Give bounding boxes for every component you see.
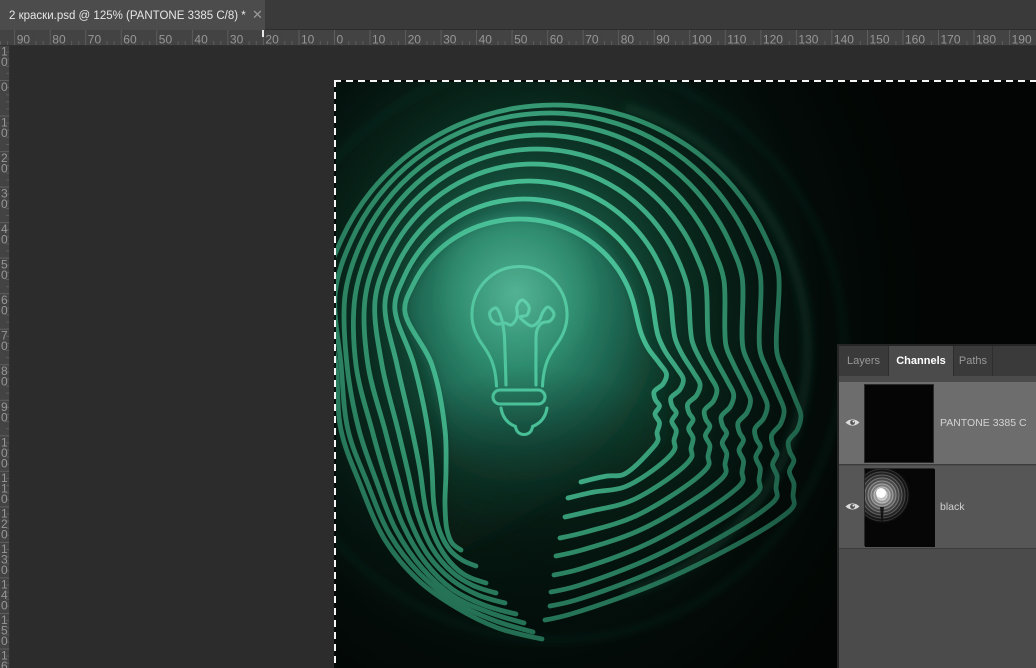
svg-text:0: 0 (1, 410, 8, 424)
svg-text:40: 40 (194, 33, 208, 47)
svg-text:10: 10 (372, 33, 386, 47)
svg-text:190: 190 (1012, 33, 1032, 47)
svg-text:0: 0 (337, 33, 344, 47)
svg-text:40: 40 (479, 33, 493, 47)
svg-text:6: 6 (1, 659, 8, 668)
svg-text:20: 20 (408, 33, 422, 47)
svg-text:0: 0 (1, 55, 8, 69)
svg-text:90: 90 (17, 33, 31, 47)
svg-text:0: 0 (1, 598, 8, 612)
svg-text:150: 150 (870, 33, 890, 47)
svg-text:180: 180 (976, 33, 996, 47)
svg-text:170: 170 (941, 33, 961, 47)
svg-text:130: 130 (798, 33, 818, 47)
svg-text:0: 0 (1, 492, 8, 506)
svg-text:0: 0 (1, 126, 8, 140)
svg-text:0: 0 (1, 527, 8, 541)
svg-text:0: 0 (1, 80, 8, 94)
svg-text:10: 10 (301, 33, 315, 47)
svg-text:0: 0 (1, 162, 8, 176)
svg-text:30: 30 (443, 33, 457, 47)
svg-text:60: 60 (550, 33, 564, 47)
svg-text:70: 70 (88, 33, 102, 47)
svg-text:50: 50 (159, 33, 173, 47)
svg-text:0: 0 (1, 456, 8, 470)
svg-text:50: 50 (514, 33, 528, 47)
svg-text:120: 120 (763, 33, 783, 47)
svg-text:0: 0 (1, 233, 8, 247)
svg-text:110: 110 (727, 33, 746, 47)
svg-text:0: 0 (1, 197, 8, 211)
svg-text:100: 100 (692, 33, 712, 47)
svg-text:0: 0 (1, 375, 8, 389)
svg-text:0: 0 (1, 339, 8, 353)
svg-text:0: 0 (1, 304, 8, 318)
svg-text:160: 160 (905, 33, 925, 47)
svg-text:0: 0 (1, 634, 8, 648)
svg-text:0: 0 (1, 563, 8, 577)
svg-text:0: 0 (1, 268, 8, 282)
svg-text:140: 140 (834, 33, 854, 47)
svg-text:30: 30 (230, 33, 244, 47)
svg-text:90: 90 (656, 33, 670, 47)
svg-text:20: 20 (265, 33, 279, 47)
svg-text:80: 80 (52, 33, 66, 47)
svg-text:70: 70 (585, 33, 599, 47)
svg-text:60: 60 (123, 33, 137, 47)
svg-text:80: 80 (621, 33, 635, 47)
